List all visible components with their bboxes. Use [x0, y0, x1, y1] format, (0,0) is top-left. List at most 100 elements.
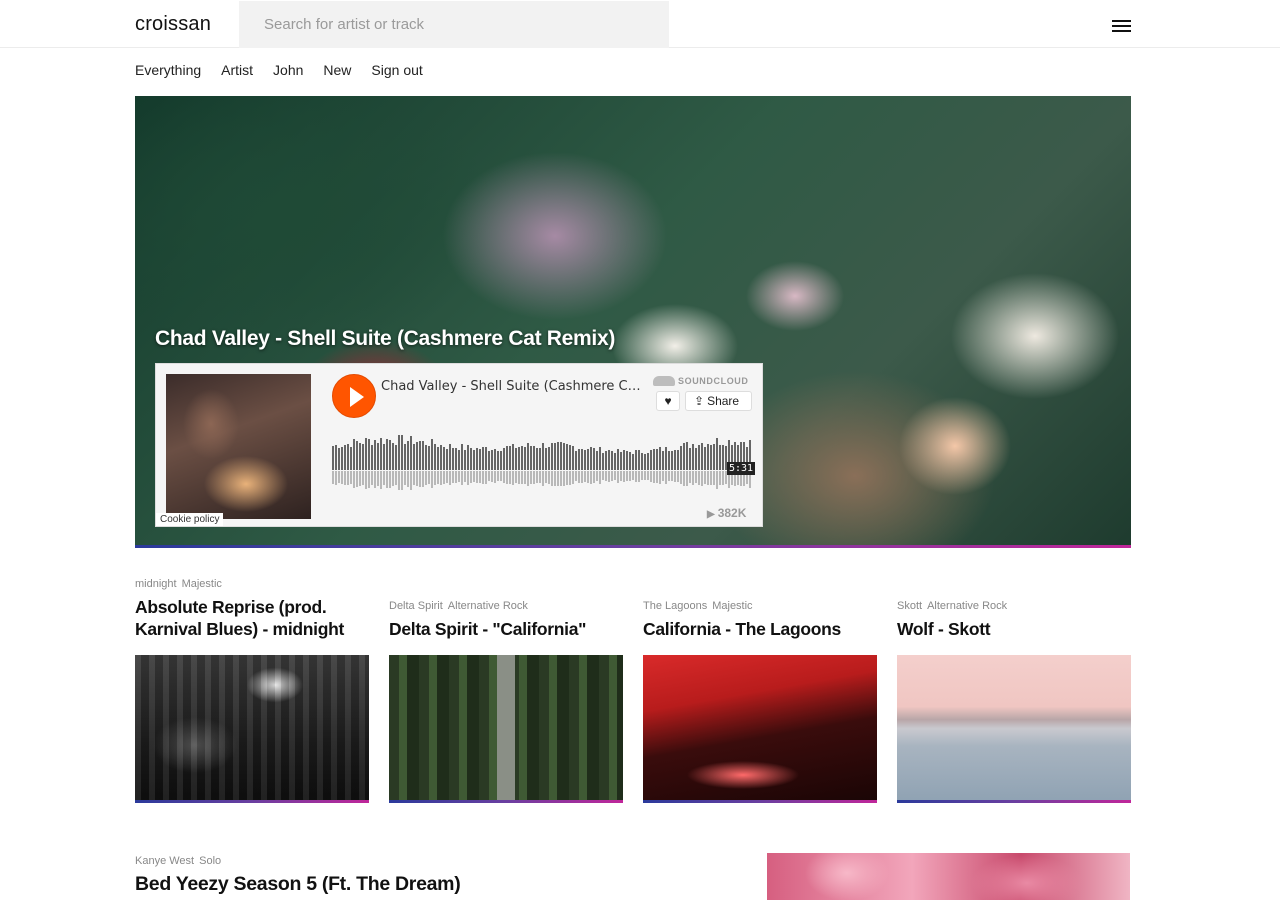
- waveform-reflection: [575, 471, 577, 481]
- card-title[interactable]: Delta Spirit - "California": [389, 618, 623, 640]
- cookie-policy-link[interactable]: Cookie policy: [156, 513, 224, 526]
- waveform-bar: [578, 449, 580, 470]
- tag-genre[interactable]: Majestic: [712, 600, 752, 612]
- tag-artist[interactable]: Skott: [897, 600, 922, 612]
- menu-icon[interactable]: [1112, 20, 1132, 34]
- card-image[interactable]: [135, 655, 369, 802]
- waveform-bar: [587, 449, 589, 470]
- waveform-bar: [638, 450, 640, 470]
- tag-artist[interactable]: midnight: [135, 578, 177, 590]
- waveform-bar: [485, 447, 487, 470]
- tag-genre[interactable]: Solo: [199, 855, 221, 867]
- waveform-bar: [521, 446, 523, 470]
- nav-artist[interactable]: Artist: [221, 62, 253, 78]
- feature-image[interactable]: [767, 853, 1130, 900]
- waveform-bar: [500, 451, 502, 470]
- waveform-reflection: [401, 471, 403, 490]
- waveform-reflection: [671, 471, 673, 481]
- card-tags: Skott Alternative Rock: [897, 600, 1131, 612]
- waveform-bar: [608, 450, 610, 470]
- waveform-bar: [464, 450, 466, 470]
- waveform-reflection: [539, 471, 541, 483]
- card-image[interactable]: [643, 655, 877, 802]
- search-input[interactable]: [239, 1, 669, 48]
- share-button[interactable]: ⇪ Share: [685, 391, 752, 411]
- waveform-bar: [620, 452, 622, 470]
- waveform-reflection: [530, 471, 532, 484]
- waveform-reflection: [680, 471, 682, 484]
- waveform-reflection: [455, 471, 457, 483]
- tag-artist[interactable]: The Lagoons: [643, 600, 707, 612]
- soundcloud-logo[interactable]: SOUNDCLOUD: [653, 376, 749, 386]
- track-title[interactable]: Chad Valley - Shell Suite (Cashmere Cat …: [381, 379, 643, 394]
- waveform-bar: [377, 443, 379, 470]
- waveform-reflection: [695, 471, 697, 483]
- logo[interactable]: croissan: [135, 13, 211, 36]
- waveform-reflection: [476, 471, 478, 483]
- waveform-reflection: [470, 471, 472, 483]
- card-image[interactable]: [897, 655, 1131, 802]
- waveform-reflection: [614, 471, 616, 480]
- waveform-bar: [677, 450, 679, 470]
- waveform-bar: [338, 448, 340, 470]
- waveform-reflection: [668, 471, 670, 481]
- waveform-reflection: [527, 471, 529, 486]
- waveform-reflection: [722, 471, 724, 485]
- card-title[interactable]: California - The Lagoons: [643, 618, 877, 640]
- waveform-bar: [353, 439, 355, 470]
- card-title[interactable]: Absolute Reprise (prod. Karnival Blues) …: [135, 596, 369, 640]
- waveform-bar: [470, 448, 472, 470]
- like-button[interactable]: ♥: [656, 391, 680, 411]
- waveform-bar: [446, 449, 448, 470]
- waveform-bar: [356, 441, 358, 470]
- waveform-bar: [704, 447, 706, 470]
- waveform-reflection: [713, 471, 715, 485]
- waveform-reflection: [662, 471, 664, 481]
- track-artwork[interactable]: [166, 374, 311, 519]
- waveform-bar: [488, 451, 490, 470]
- waveform-reflection: [419, 471, 421, 487]
- waveform-bar: [479, 449, 481, 470]
- waveform-bar: [653, 449, 655, 470]
- waveform-bar: [404, 444, 406, 470]
- waveform-bar: [683, 443, 685, 470]
- waveform-reflection: [560, 471, 562, 486]
- waveform-reflection: [443, 471, 445, 484]
- share-icon: ⇪: [694, 394, 705, 408]
- waveform[interactable]: [332, 434, 752, 492]
- waveform-bar: [482, 447, 484, 470]
- waveform-reflection: [569, 471, 571, 485]
- waveform-bar: [350, 447, 352, 470]
- waveform-reflection: [698, 471, 700, 485]
- waveform-bar: [599, 447, 601, 470]
- card-title[interactable]: Wolf - Skott: [897, 618, 1131, 640]
- tag-artist[interactable]: Kanye West: [135, 855, 194, 867]
- nav-everything[interactable]: Everything: [135, 62, 201, 78]
- feature-tags: Kanye West Solo: [135, 855, 221, 867]
- card-image[interactable]: [389, 655, 623, 802]
- waveform-bar: [401, 435, 403, 470]
- waveform-reflection: [395, 471, 397, 485]
- tag-genre[interactable]: Alternative Rock: [927, 600, 1007, 612]
- nav-john[interactable]: John: [273, 62, 303, 78]
- waveform-bar: [518, 447, 520, 470]
- nav-new[interactable]: New: [323, 62, 351, 78]
- waveform-reflection: [545, 471, 547, 483]
- waveform-bar: [503, 448, 505, 470]
- waveform-bar: [701, 443, 703, 470]
- waveform-bar: [596, 451, 598, 470]
- tag-artist[interactable]: Delta Spirit: [389, 600, 443, 612]
- waveform-reflection: [428, 471, 430, 484]
- waveform-bar: [332, 446, 334, 470]
- tag-genre[interactable]: Alternative Rock: [448, 600, 528, 612]
- hero-title[interactable]: Chad Valley - Shell Suite (Cashmere Cat …: [155, 327, 615, 351]
- waveform-bar: [698, 445, 700, 470]
- card: midnight Majestic Absolute Reprise (prod.…: [135, 578, 369, 640]
- waveform-bar: [614, 453, 616, 470]
- waveform-bar: [425, 445, 427, 470]
- feature-title[interactable]: Bed Yeezy Season 5 (Ft. The Dream): [135, 873, 461, 896]
- play-button[interactable]: [332, 374, 376, 418]
- waveform-bar: [707, 444, 709, 470]
- nav-sign-out[interactable]: Sign out: [371, 62, 422, 78]
- tag-genre[interactable]: Majestic: [182, 578, 222, 590]
